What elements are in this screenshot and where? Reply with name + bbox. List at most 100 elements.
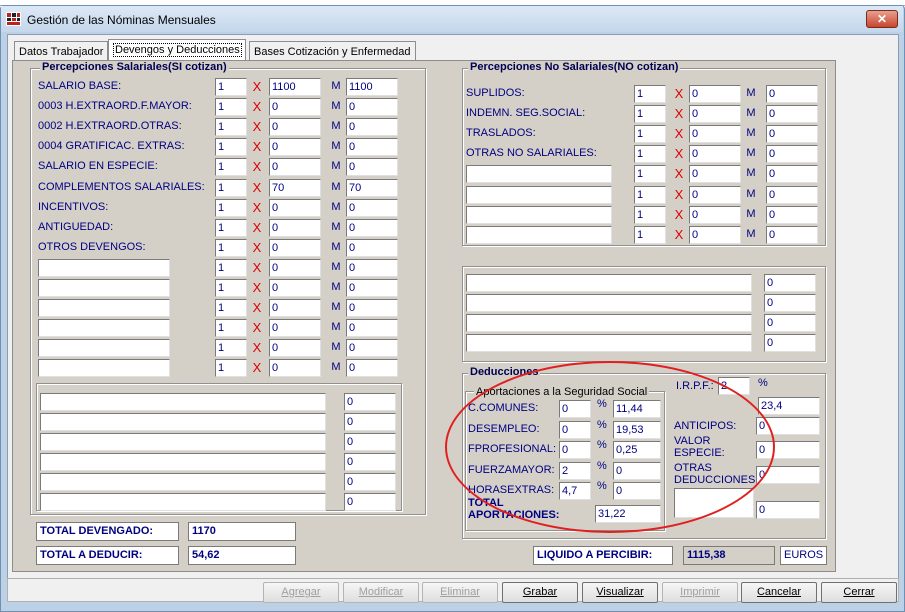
- salariales-row-concept-field[interactable]: [38, 319, 170, 338]
- salariales-row-qty-field[interactable]: 1: [215, 258, 247, 277]
- no-salariales-row-total-field[interactable]: 0: [766, 145, 818, 164]
- salariales-row-qty-field[interactable]: 1: [215, 299, 247, 318]
- no-salariales-row-price-field[interactable]: 0: [689, 225, 741, 244]
- no-salariales-row-total-field[interactable]: 0: [766, 165, 818, 184]
- salariales-row-price-field[interactable]: 0: [269, 98, 321, 117]
- salariales-row-concept-field[interactable]: [38, 299, 170, 318]
- salariales-row-total-field[interactable]: 0: [346, 238, 398, 257]
- salariales-row-total-field[interactable]: 0: [346, 279, 398, 297]
- tab-datos-trabajador[interactable]: Datos Trabajador: [14, 41, 109, 61]
- salariales-row-qty-field[interactable]: 1: [215, 339, 247, 358]
- no-salariales-row-qty-field[interactable]: 1: [634, 185, 666, 204]
- no-salariales-row-price-field[interactable]: 0: [689, 205, 741, 224]
- salariales-row-total-field[interactable]: 0: [346, 339, 398, 358]
- no-salariales-row-total-field[interactable]: 0: [766, 205, 818, 224]
- no-salariales-row-qty-field[interactable]: 1: [634, 85, 666, 103]
- no-salariales-extra-concept-field[interactable]: [466, 274, 752, 292]
- salariales-extra-value-field[interactable]: 0: [344, 493, 396, 511]
- salariales-extra-concept-field[interactable]: [40, 433, 326, 451]
- no-salariales-row-qty-field[interactable]: 1: [634, 165, 666, 184]
- no-salariales-row-concept-field[interactable]: [466, 165, 612, 184]
- total-deducir-field[interactable]: 54,62: [188, 546, 296, 565]
- salariales-extra-value-field[interactable]: 0: [344, 433, 396, 451]
- salariales-row-qty-field[interactable]: 1: [215, 319, 247, 338]
- salariales-row-qty-field[interactable]: 1: [215, 238, 247, 257]
- salariales-row-concept-field[interactable]: [38, 279, 170, 297]
- salariales-row-total-field[interactable]: 0: [346, 218, 398, 237]
- no-salariales-extra-concept-field[interactable]: [466, 334, 752, 352]
- salariales-extra-concept-field[interactable]: [40, 493, 326, 511]
- no-salariales-row-concept-field[interactable]: [466, 205, 612, 224]
- salariales-row-price-field[interactable]: 0: [269, 299, 321, 318]
- button-grabar[interactable]: Grabar: [502, 582, 578, 603]
- tab-bases-cotizacion[interactable]: Bases Cotización y Enfermedad: [249, 41, 416, 61]
- salariales-row-qty-field[interactable]: 1: [215, 158, 247, 177]
- salariales-extra-concept-field[interactable]: [40, 473, 326, 491]
- salariales-row-total-field[interactable]: 70: [346, 178, 398, 197]
- salariales-row-price-field[interactable]: 1100: [269, 78, 321, 96]
- salariales-row-price-field[interactable]: 70: [269, 178, 321, 197]
- no-salariales-extra-value-field[interactable]: 0: [764, 314, 816, 332]
- salariales-row-price-field[interactable]: 0: [269, 218, 321, 237]
- salariales-row-price-field[interactable]: 0: [269, 238, 321, 257]
- salariales-extra-concept-field[interactable]: [40, 393, 326, 411]
- salariales-row-concept-field[interactable]: [38, 258, 170, 277]
- salariales-row-price-field[interactable]: 0: [269, 279, 321, 297]
- salariales-extra-value-field[interactable]: 0: [344, 473, 396, 491]
- salariales-row-qty-field[interactable]: 1: [215, 198, 247, 217]
- salariales-row-qty-field[interactable]: 1: [215, 78, 247, 96]
- tab-devengos-deducciones[interactable]: Devengos y Deducciones: [108, 39, 246, 61]
- extra-deduccion-field[interactable]: 0: [756, 501, 820, 519]
- salariales-row-price-field[interactable]: 0: [269, 138, 321, 157]
- salariales-row-qty-field[interactable]: 1: [215, 359, 247, 378]
- no-salariales-row-concept-field[interactable]: [466, 225, 612, 244]
- button-cerrar[interactable]: Cerrar: [821, 582, 897, 603]
- salariales-extra-value-field[interactable]: 0: [344, 393, 396, 411]
- no-salariales-extra-concept-field[interactable]: [466, 294, 752, 312]
- button-modificar[interactable]: Modificar: [343, 582, 419, 603]
- no-salariales-extra-value-field[interactable]: 0: [764, 274, 816, 292]
- salariales-row-price-field[interactable]: 0: [269, 359, 321, 378]
- salariales-row-qty-field[interactable]: 1: [215, 98, 247, 117]
- salariales-row-qty-field[interactable]: 1: [215, 118, 247, 137]
- no-salariales-row-qty-field[interactable]: 1: [634, 145, 666, 164]
- salariales-row-concept-field[interactable]: [38, 359, 170, 378]
- salariales-row-total-field[interactable]: 0: [346, 118, 398, 137]
- salariales-row-total-field[interactable]: 0: [346, 158, 398, 177]
- salariales-row-total-field[interactable]: 0: [346, 198, 398, 217]
- no-salariales-row-total-field[interactable]: 0: [766, 185, 818, 204]
- total-devengado-field[interactable]: 1170: [188, 522, 296, 541]
- button-cancelar[interactable]: Cancelar: [741, 582, 817, 603]
- salariales-row-price-field[interactable]: 0: [269, 198, 321, 217]
- no-salariales-row-price-field[interactable]: 0: [689, 185, 741, 204]
- no-salariales-row-total-field[interactable]: 0: [766, 105, 818, 124]
- no-salariales-row-total-field[interactable]: 0: [766, 125, 818, 144]
- salariales-extra-concept-field[interactable]: [40, 413, 326, 431]
- salariales-row-price-field[interactable]: 0: [269, 339, 321, 358]
- no-salariales-row-price-field[interactable]: 0: [689, 125, 741, 144]
- no-salariales-row-price-field[interactable]: 0: [689, 165, 741, 184]
- button-eliminar[interactable]: Eliminar: [422, 582, 498, 603]
- no-salariales-row-qty-field[interactable]: 1: [634, 125, 666, 144]
- salariales-row-price-field[interactable]: 0: [269, 118, 321, 137]
- no-salariales-row-price-field[interactable]: 0: [689, 85, 741, 103]
- no-salariales-row-total-field[interactable]: 0: [766, 85, 818, 103]
- salariales-row-total-field[interactable]: 0: [346, 98, 398, 117]
- salariales-row-qty-field[interactable]: 1: [215, 279, 247, 297]
- salariales-row-qty-field[interactable]: 1: [215, 218, 247, 237]
- no-salariales-extra-value-field[interactable]: 0: [764, 294, 816, 312]
- no-salariales-extra-value-field[interactable]: 0: [764, 334, 816, 352]
- salariales-row-total-field[interactable]: 0: [346, 299, 398, 318]
- salariales-row-qty-field[interactable]: 1: [215, 138, 247, 157]
- salariales-row-total-field[interactable]: 0: [346, 258, 398, 277]
- salariales-row-qty-field[interactable]: 1: [215, 178, 247, 197]
- no-salariales-extra-concept-field[interactable]: [466, 314, 752, 332]
- no-salariales-row-concept-field[interactable]: [466, 185, 612, 204]
- salariales-row-price-field[interactable]: 0: [269, 319, 321, 338]
- salariales-row-total-field[interactable]: 0: [346, 319, 398, 338]
- salariales-row-total-field[interactable]: 0: [346, 138, 398, 157]
- salariales-extra-value-field[interactable]: 0: [344, 453, 396, 471]
- no-salariales-row-qty-field[interactable]: 1: [634, 105, 666, 124]
- button-agregar[interactable]: Agregar: [263, 582, 339, 603]
- salariales-row-concept-field[interactable]: [38, 339, 170, 358]
